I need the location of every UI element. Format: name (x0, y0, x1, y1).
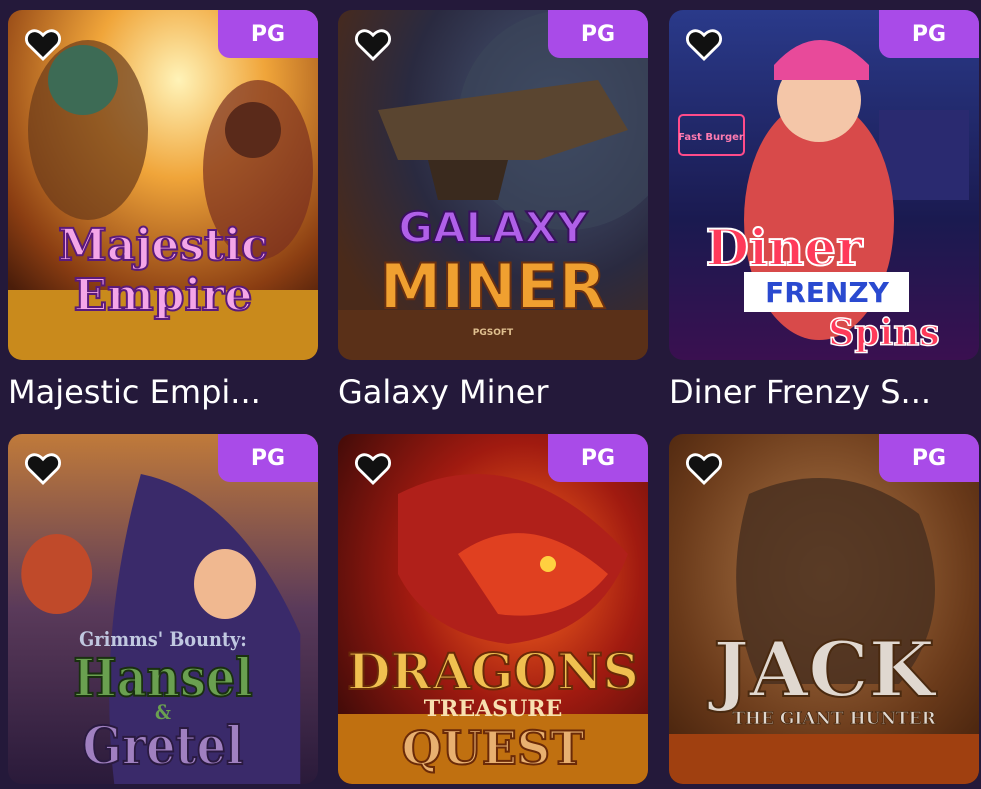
svg-text:Hansel: Hansel (73, 647, 253, 708)
game-card-dragons-treasure-quest[interactable]: DRAGONS TREASURE QUEST PG (338, 434, 648, 784)
provider-badge: PG (879, 10, 979, 58)
game-title[interactable]: Majestic Empi... (8, 372, 318, 412)
game-thumbnail[interactable]: Majestic Empire PG (8, 10, 318, 360)
svg-text:Fast Burger: Fast Burger (678, 132, 744, 143)
game-title[interactable]: Galaxy Miner (338, 372, 648, 412)
game-grid: Majestic Empire PG Majestic Empi... GALA… (0, 0, 981, 789)
svg-text:JACK: JACK (707, 625, 937, 714)
svg-text:Gretel: Gretel (83, 715, 244, 776)
game-thumbnail[interactable]: JACK THE GIANT HUNTER PG (669, 434, 979, 784)
favorite-heart-icon[interactable] (354, 450, 392, 486)
svg-text:Spins: Spins (828, 312, 939, 354)
svg-text:DRAGONS: DRAGONS (347, 642, 639, 701)
favorite-heart-icon[interactable] (685, 450, 723, 486)
game-card-hansel-gretel[interactable]: Grimms' Bounty: Hansel & Gretel PG (8, 434, 318, 784)
game-cover-art: Grimms' Bounty: Hansel & Gretel (8, 434, 318, 784)
provider-badge: PG (548, 10, 648, 58)
favorite-heart-icon[interactable] (24, 26, 62, 62)
provider-badge: PG (548, 434, 648, 482)
svg-text:FRENZY: FRENZY (765, 276, 890, 309)
favorite-heart-icon[interactable] (685, 26, 723, 62)
game-card-jack-giant-hunter[interactable]: JACK THE GIANT HUNTER PG (669, 434, 979, 784)
game-thumbnail[interactable]: Grimms' Bounty: Hansel & Gretel PG (8, 434, 318, 784)
svg-text:Empire: Empire (74, 270, 253, 321)
game-card-galaxy-miner[interactable]: GALAXY MINER PGSOFT PG Galaxy Miner (338, 10, 648, 412)
svg-text:GALAXY: GALAXY (398, 203, 588, 252)
game-title[interactable]: Diner Frenzy S... (669, 372, 979, 412)
game-cover-art: GALAXY MINER PGSOFT (338, 10, 648, 360)
svg-text:THE GIANT HUNTER: THE GIANT HUNTER (732, 709, 936, 729)
provider-badge: PG (218, 10, 318, 58)
game-cover-art: Fast Burger Diner FRENZY Spins (669, 10, 979, 360)
game-cover-art: Majestic Empire (8, 10, 318, 360)
svg-text:MINER: MINER (380, 250, 607, 323)
favorite-heart-icon[interactable] (24, 450, 62, 486)
provider-badge: PG (879, 434, 979, 482)
svg-text:QUEST: QUEST (402, 721, 585, 775)
game-card-diner-frenzy-spins[interactable]: Fast Burger Diner FRENZY Spins PG Diner … (669, 10, 979, 412)
provider-badge: PG (218, 434, 318, 482)
svg-text:Majestic: Majestic (58, 220, 268, 271)
svg-text:PGSOFT: PGSOFT (473, 328, 514, 338)
game-thumbnail[interactable]: DRAGONS TREASURE QUEST PG (338, 434, 648, 784)
game-cover-art: JACK THE GIANT HUNTER (669, 434, 979, 784)
game-thumbnail[interactable]: Fast Burger Diner FRENZY Spins PG (669, 10, 979, 360)
game-thumbnail[interactable]: GALAXY MINER PGSOFT PG (338, 10, 648, 360)
favorite-heart-icon[interactable] (354, 26, 392, 62)
svg-text:Diner: Diner (706, 218, 864, 277)
game-cover-art: DRAGONS TREASURE QUEST (338, 434, 648, 784)
svg-text:TREASURE: TREASURE (424, 696, 563, 722)
game-card-majestic-empire[interactable]: Majestic Empire PG Majestic Empi... (8, 10, 318, 412)
